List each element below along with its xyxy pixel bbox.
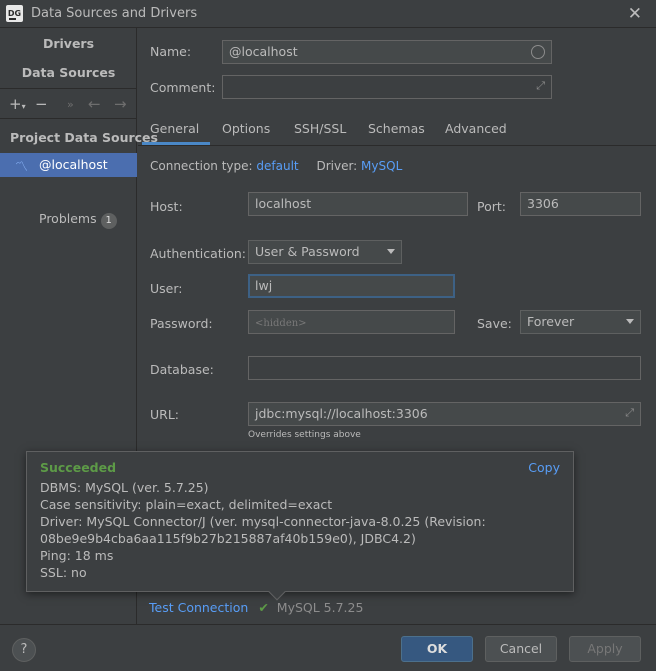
color-circle-icon[interactable] [531,45,545,59]
authentication-value: User & Password [255,244,360,259]
password-placeholder: <hidden> [255,318,307,329]
host-label: Host: [150,199,183,214]
tab-ssh-ssl[interactable]: SSH/SSL [294,121,346,136]
copy-link[interactable]: Copy [528,460,560,475]
authentication-label: Authentication: [150,246,246,261]
expand-icon[interactable]: ⤢ [625,406,634,420]
tab-options[interactable]: Options [222,121,270,136]
name-value: @localhost [229,44,298,59]
problems-label: Problems [39,211,97,226]
test-result-version: MySQL 5.7.25 [276,600,364,615]
popup-title: Succeeded [40,460,117,475]
user-field[interactable]: lwj [248,274,455,298]
tab-drivers[interactable]: Drivers [0,36,137,51]
connection-type-label: Connection type: [150,159,253,173]
window-title: Data Sources and Drivers [31,6,198,21]
driver-link[interactable]: MySQL [361,159,402,173]
host-field[interactable]: localhost [248,192,468,216]
sidebar-divider [0,88,137,89]
url-label: URL: [150,407,180,422]
more-icon[interactable]: » [67,98,74,111]
datagrip-logo-icon: DG [6,5,23,22]
popup-line: 08be9e9b4cba6aa115f9b27b215887af40b159e0… [40,531,416,546]
port-field[interactable]: 3306 [520,192,641,216]
settings-tabs: General Options SSH/SSL Schemas Advanced [138,114,656,146]
sidebar-toolbar: +▾ − » ← → [0,90,137,118]
remove-icon[interactable]: − [35,95,48,113]
apply-button[interactable]: Apply [569,636,641,662]
popup-line: SSL: no [40,565,87,580]
password-field[interactable]: <hidden> [248,310,455,334]
popup-line: Driver: MySQL Connector/J (ver. mysql-co… [40,514,486,529]
popup-line: Ping: 18 ms [40,548,114,563]
sidebar-item-label: @localhost [39,157,108,172]
tab-data-sources[interactable]: Data Sources [0,65,137,80]
name-label: Name: [150,44,192,59]
back-arrow-icon[interactable]: ← [88,95,101,113]
close-icon[interactable]: ✕ [628,4,642,24]
port-label: Port: [477,199,506,214]
title-bar: DG Data Sources and Drivers ✕ [0,0,656,28]
toolbar-divider [0,118,137,119]
ok-button[interactable]: OK [401,636,473,662]
comment-label: Comment: [150,80,216,95]
cancel-button[interactable]: Cancel [485,636,557,662]
test-connection-link[interactable]: Test Connection [149,600,248,615]
connection-type-row: Connection type: default Driver: MySQL [150,159,402,173]
comment-field[interactable]: ⤢ [222,75,552,99]
test-result-popup: Succeeded Copy DBMS: MySQL (ver. 5.7.25)… [26,451,574,601]
database-label: Database: [150,362,214,377]
database-field[interactable] [248,356,641,380]
save-label: Save: [477,316,512,331]
problems-count-badge: 1 [100,213,117,229]
project-data-sources-label: Project Data Sources [10,130,158,145]
chevron-down-icon [387,249,395,254]
connection-type-link[interactable]: default [256,159,298,173]
expand-icon[interactable]: ⤢ [536,79,545,93]
test-connection-row: Test Connection ✔ MySQL 5.7.25 [149,600,363,615]
tab-advanced[interactable]: Advanced [445,121,507,136]
tab-schemas[interactable]: Schemas [368,121,425,136]
save-select[interactable]: Forever [520,310,641,334]
footer-divider [0,624,656,625]
active-tab-indicator [142,142,210,145]
driver-label: Driver: [316,159,358,173]
url-field[interactable]: jdbc:mysql://localhost:3306 ⤢ [248,402,641,426]
user-label: User: [150,281,183,296]
authentication-select[interactable]: User & Password [248,240,402,264]
url-value: jdbc:mysql://localhost:3306 [255,406,428,421]
popup-line: DBMS: MySQL (ver. 5.7.25) [40,480,209,495]
sidebar-item-localhost[interactable]: 〽 @localhost [0,153,137,177]
forward-arrow-icon[interactable]: → [114,95,127,113]
url-hint: Overrides settings above [248,430,361,440]
popup-line: Case sensitivity: plain=exact, delimited… [40,497,333,512]
check-icon: ✔ [258,600,269,615]
save-value: Forever [527,314,575,329]
name-field[interactable]: @localhost [222,40,552,64]
add-icon[interactable]: +▾ [9,95,26,113]
problems-item[interactable]: Problems 1 [39,211,117,229]
help-button[interactable]: ? [12,638,36,662]
chevron-down-icon [626,319,634,324]
tab-general[interactable]: General [150,121,199,136]
mysql-dolphin-icon: 〽 [15,160,29,175]
password-label: Password: [150,316,213,331]
